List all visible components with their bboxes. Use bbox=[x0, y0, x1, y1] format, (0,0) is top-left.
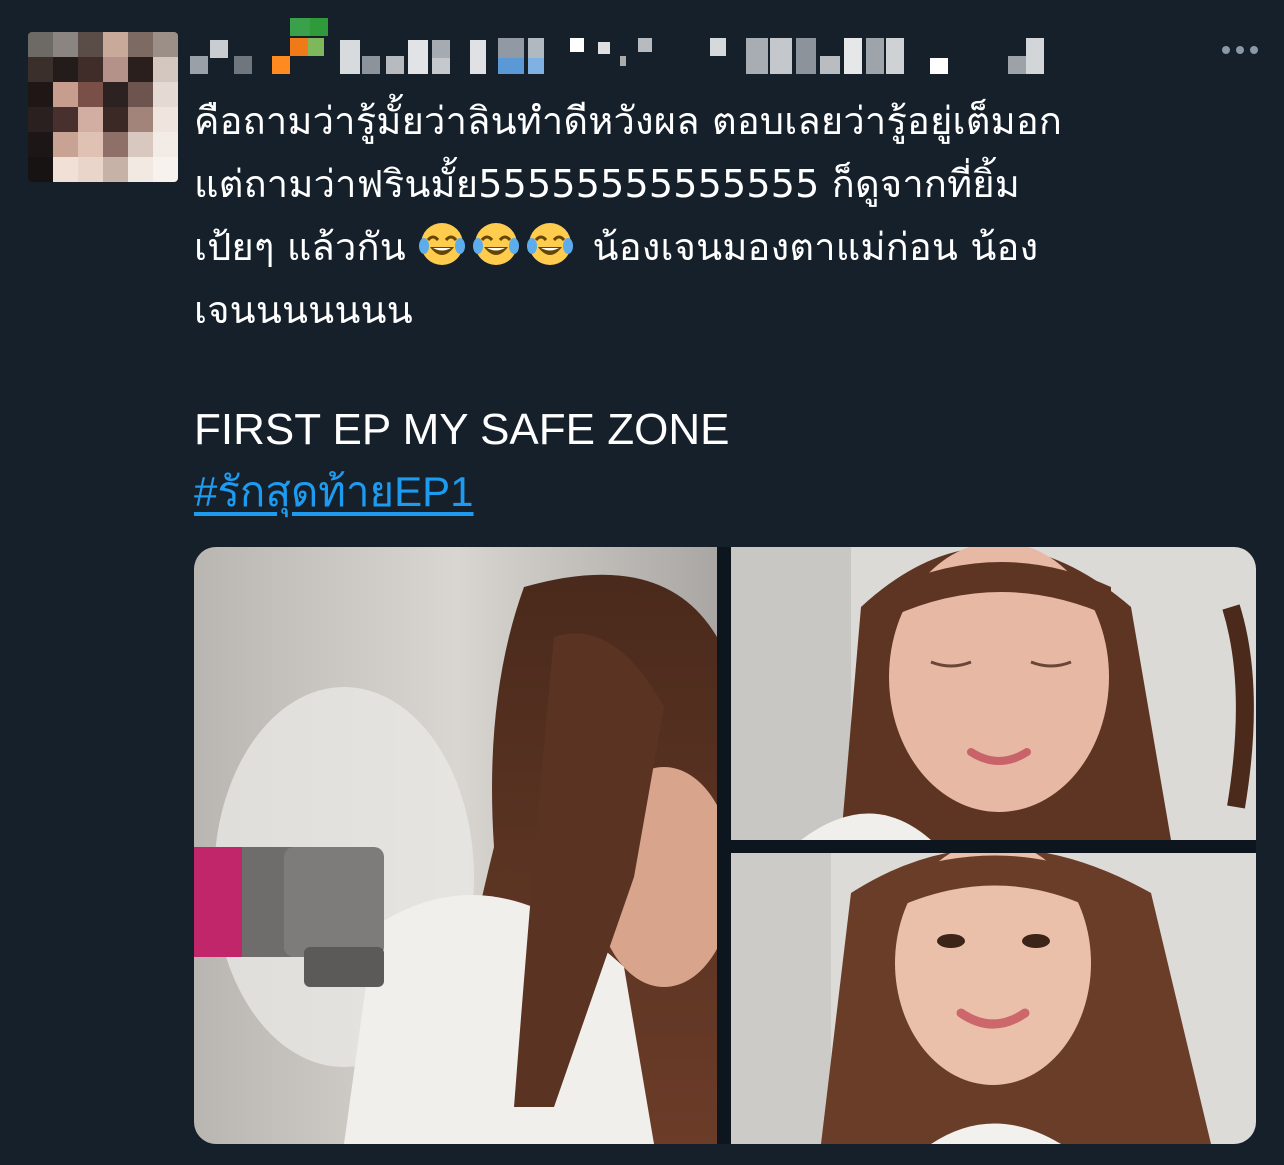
avatar-pixel bbox=[103, 107, 128, 132]
name-pixel bbox=[234, 56, 252, 74]
avatar-pixel bbox=[28, 57, 53, 82]
avatar-pixel bbox=[153, 32, 178, 57]
avatar-pixel bbox=[53, 132, 78, 157]
name-pixel bbox=[498, 38, 524, 58]
name-pixel bbox=[290, 38, 308, 56]
photo-woman-eyes-closed-smiling[interactable] bbox=[731, 547, 1256, 840]
name-pixel bbox=[290, 18, 310, 36]
name-pixel bbox=[310, 18, 328, 36]
name-pixel bbox=[930, 58, 948, 74]
avatar-pixel bbox=[78, 157, 103, 182]
avatar-pixel bbox=[128, 107, 153, 132]
tweet-text: คือถามว่ารู้มั้ยว่าลินทำดีหวังผล ตอบเลยว… bbox=[194, 90, 1254, 342]
avatar-pixel bbox=[103, 132, 128, 157]
hashtag-link[interactable]: #รักสุดท้ายEP1 bbox=[194, 462, 474, 522]
more-options-button[interactable] bbox=[1218, 28, 1262, 72]
avatar-pixel bbox=[128, 82, 153, 107]
avatar-pixel bbox=[53, 57, 78, 82]
avatar-pixel bbox=[78, 132, 103, 157]
avatar-pixel bbox=[103, 157, 128, 182]
avatar-pixel bbox=[153, 157, 178, 182]
name-pixel bbox=[844, 38, 862, 74]
name-pixel bbox=[570, 38, 584, 52]
avatar-pixel bbox=[128, 57, 153, 82]
face-with-tears-of-joy-icon bbox=[526, 220, 574, 268]
avatar-pixel bbox=[128, 157, 153, 182]
avatar-pixel bbox=[53, 107, 78, 132]
tweet-line-4: เจนนนนนนน bbox=[194, 288, 413, 332]
avatar-pixel bbox=[153, 82, 178, 107]
avatar-pixel bbox=[28, 82, 53, 107]
avatar-pixel bbox=[53, 157, 78, 182]
face-with-tears-of-joy-icon bbox=[472, 220, 520, 268]
name-pixel bbox=[362, 56, 380, 74]
name-pixel bbox=[432, 40, 450, 58]
avatar-pixel bbox=[28, 32, 53, 57]
avatar-pixel bbox=[128, 32, 153, 57]
name-pixel bbox=[528, 58, 544, 74]
face-with-tears-of-joy-icon bbox=[418, 220, 466, 268]
avatar-pixel bbox=[28, 132, 53, 157]
name-pixel bbox=[470, 40, 486, 74]
photo-woman-hair-dryer[interactable] bbox=[194, 547, 717, 1144]
avatar-pixel bbox=[28, 157, 53, 182]
name-pixel bbox=[1026, 38, 1044, 74]
more-horizontal-icon bbox=[1222, 46, 1258, 54]
tweet-line-3-prefix: เป้ยๆ แล้วกัน bbox=[194, 225, 419, 269]
name-pixel bbox=[638, 38, 652, 52]
name-pixel bbox=[770, 38, 792, 74]
name-pixel bbox=[190, 56, 208, 74]
tweet-title-line: FIRST EP MY SAFE ZONE bbox=[194, 405, 730, 454]
name-pixel bbox=[598, 42, 610, 54]
name-pixel bbox=[272, 56, 290, 74]
avatar-pixel bbox=[78, 82, 103, 107]
avatar[interactable] bbox=[28, 32, 178, 182]
avatar-pixel bbox=[78, 107, 103, 132]
name-pixel bbox=[308, 38, 324, 56]
avatar-pixel bbox=[103, 32, 128, 57]
name-pixel bbox=[210, 40, 228, 58]
name-pixel bbox=[432, 58, 450, 74]
author-name-pixelated[interactable] bbox=[190, 18, 1070, 78]
avatar-pixel bbox=[53, 82, 78, 107]
avatar-pixel bbox=[53, 32, 78, 57]
tweet-line-1: คือถามว่ารู้มั้ยว่าลินทำดีหวังผล ตอบเลยว… bbox=[194, 99, 1063, 143]
avatar-pixel bbox=[128, 132, 153, 157]
avatar-pixel bbox=[153, 107, 178, 132]
name-pixel bbox=[796, 38, 816, 74]
name-pixel bbox=[746, 38, 768, 74]
tweet-line-3-suffix: น้องเจนมองตาแม่ก่อน น้อง bbox=[580, 225, 1039, 269]
avatar-pixel bbox=[153, 57, 178, 82]
avatar-pixel bbox=[103, 82, 128, 107]
photo-woman-smiling[interactable] bbox=[731, 853, 1256, 1144]
avatar-pixel bbox=[78, 32, 103, 57]
avatar-pixel bbox=[103, 57, 128, 82]
name-pixel bbox=[528, 38, 544, 58]
media-grid bbox=[194, 547, 1256, 1144]
name-pixel bbox=[340, 40, 360, 74]
avatar-pixel bbox=[153, 132, 178, 157]
name-pixel bbox=[886, 38, 904, 74]
name-pixel bbox=[820, 56, 840, 74]
name-pixel bbox=[386, 56, 404, 74]
name-pixel bbox=[1008, 56, 1026, 74]
name-pixel bbox=[710, 38, 726, 56]
name-pixel bbox=[620, 56, 626, 66]
name-pixel bbox=[498, 58, 524, 74]
name-pixel bbox=[866, 38, 884, 74]
avatar-pixel bbox=[28, 107, 53, 132]
name-pixel bbox=[408, 40, 428, 74]
avatar-pixel bbox=[78, 57, 103, 82]
tweet-line-2: แต่ถามว่าฟรินมั้ย55555555555555 ก็ดูจากท… bbox=[194, 162, 1021, 206]
